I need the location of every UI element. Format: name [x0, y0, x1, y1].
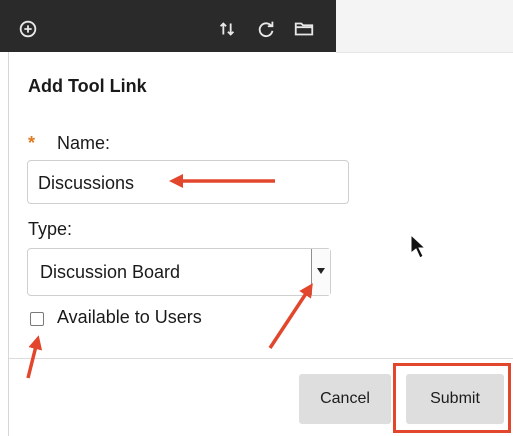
top-toolbar-spacer: [336, 0, 513, 53]
mouse-cursor-icon: [410, 234, 426, 259]
required-marker: *: [28, 133, 36, 153]
type-select[interactable]: Discussion Board: [27, 248, 331, 296]
sort-icon[interactable]: [216, 18, 238, 40]
name-input-value: Discussions: [38, 173, 135, 193]
form-title: Add Tool Link: [28, 76, 147, 96]
select-dropdown-icon[interactable]: [311, 249, 330, 295]
cancel-button[interactable]: Cancel: [299, 374, 391, 424]
plus-circle-icon[interactable]: [17, 18, 39, 40]
type-select-value: Discussion Board: [40, 262, 181, 282]
arrow-to-dropdown: [268, 283, 313, 349]
available-to-users-checkbox[interactable]: [30, 312, 44, 326]
available-to-users-label[interactable]: Available to Users: [57, 307, 202, 328]
folder-icon[interactable]: [293, 18, 315, 40]
top-toolbar: [0, 0, 336, 52]
submit-highlight-box: [393, 363, 511, 433]
refresh-icon[interactable]: [255, 18, 277, 40]
name-label: Name:: [57, 133, 111, 153]
type-label: Type:: [28, 219, 73, 239]
name-input[interactable]: Discussions: [27, 160, 349, 204]
